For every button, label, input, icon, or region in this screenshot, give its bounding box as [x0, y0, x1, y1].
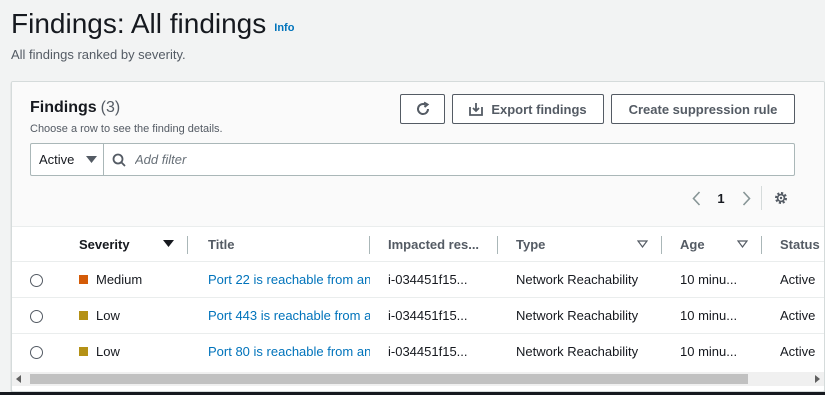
title-cell: Port 80 is reachable from an — [188, 333, 370, 369]
filter-input[interactable] — [135, 152, 735, 167]
row-radio-button[interactable] — [30, 273, 43, 287]
type-cell: Network Reachability — [498, 261, 662, 298]
sort-icon — [737, 240, 748, 248]
panel-title-text: Findings — [30, 99, 97, 116]
severity-cell: Medium — [58, 261, 188, 298]
status-select[interactable]: Active — [31, 144, 104, 175]
horizontal-scrollbar[interactable] — [12, 372, 824, 386]
column-header-severity[interactable]: Severity — [58, 228, 188, 262]
page-title-text: Findings: All findings — [11, 8, 267, 39]
gear-icon — [775, 192, 787, 204]
refresh-button[interactable] — [400, 94, 445, 124]
panel-title: Findings (3) — [30, 99, 120, 117]
refresh-icon — [416, 101, 429, 115]
type-cell: Network Reachability — [516, 343, 639, 359]
create-suppression-rule-label: Create suppression rule — [628, 101, 778, 117]
finding-title-link[interactable]: Port 22 is reachable from an — [208, 272, 370, 287]
row-radio-button[interactable] — [30, 309, 43, 323]
info-link[interactable]: Info — [274, 22, 294, 34]
status-cell: Active — [762, 297, 824, 334]
chevron-left-icon — [691, 190, 700, 206]
scroll-left-arrow-icon[interactable] — [16, 375, 22, 383]
filter-bar: Active — [30, 143, 795, 176]
export-findings-button[interactable]: Export findings — [452, 94, 604, 124]
resource-cell: i-034451f15... — [370, 297, 498, 334]
age-cell: 10 minu... — [662, 261, 762, 298]
severity-indicator — [79, 274, 88, 284]
title-cell: Port 22 is reachable from an — [188, 261, 370, 298]
filter-input-wrap — [104, 144, 794, 175]
search-icon — [112, 153, 126, 167]
scroll-right-arrow-icon[interactable] — [814, 375, 820, 383]
table-row[interactable]: Low Port 443 is reachable from a i-03445… — [12, 297, 824, 334]
sort-descending-icon — [163, 240, 174, 247]
caret-down-icon — [86, 155, 98, 163]
page-title: Findings: All findings Info — [11, 8, 294, 40]
row-select-cell[interactable] — [12, 333, 58, 369]
preferences-button[interactable] — [772, 190, 790, 206]
resource-cell: i-034451f15... — [370, 261, 498, 298]
scrollbar-thumb[interactable] — [30, 374, 748, 384]
findings-table: Severity Title Impacted res... Type Age … — [12, 228, 824, 369]
age-cell: 10 minu... — [662, 297, 762, 334]
status-cell: Active — [762, 261, 824, 298]
age-cell: 10 minu... — [680, 343, 738, 359]
chevron-right-icon — [742, 190, 751, 206]
table-row[interactable]: Medium Port 22 is reachable from an i-03… — [12, 261, 824, 298]
current-page-number[interactable]: 1 — [705, 191, 737, 206]
severity-indicator — [79, 310, 88, 320]
status-cell: Active — [780, 343, 816, 359]
download-icon — [469, 103, 484, 116]
previous-page-button[interactable] — [687, 190, 705, 206]
findings-panel: Findings (3) Choose a row to see the find… — [11, 81, 825, 392]
column-header-age[interactable]: Age — [662, 228, 762, 262]
severity-indicator — [79, 346, 88, 356]
type-cell: Network Reachability — [498, 297, 662, 334]
row-select-cell[interactable] — [12, 297, 58, 334]
finding-title-link[interactable]: Port 443 is reachable from a — [208, 308, 370, 323]
panel-description: Choose a row to see the finding details. — [30, 123, 223, 135]
sort-icon — [637, 240, 648, 248]
column-header-status[interactable]: Status — [762, 228, 824, 262]
row-radio-button[interactable] — [30, 345, 43, 359]
next-page-button[interactable] — [737, 190, 755, 206]
export-findings-label: Export findings — [491, 101, 587, 117]
status-select-value: Active — [39, 152, 75, 167]
pagination-divider — [761, 186, 762, 210]
findings-count: (3) — [100, 99, 121, 116]
column-header-impacted-resource[interactable]: Impacted res... — [370, 228, 498, 262]
severity-cell: Low — [58, 297, 188, 334]
resource-cell: i-034451f15... — [388, 343, 468, 359]
finding-title-link[interactable]: Port 80 is reachable from an — [208, 344, 370, 359]
title-cell: Port 443 is reachable from a — [188, 297, 370, 334]
pagination: 1 — [687, 186, 790, 210]
table-header-row: Severity Title Impacted res... Type Age … — [12, 228, 824, 262]
create-suppression-rule-button[interactable]: Create suppression rule — [611, 94, 795, 124]
column-header-type[interactable]: Type — [498, 228, 662, 262]
column-header-select — [12, 228, 58, 262]
severity-cell: Low — [58, 333, 188, 369]
row-select-cell[interactable] — [12, 261, 58, 298]
table-row[interactable]: Low Port 80 is reachable from an i-03445… — [12, 333, 824, 369]
page-description: All findings ranked by severity. — [11, 47, 186, 62]
column-header-title[interactable]: Title — [188, 228, 370, 262]
